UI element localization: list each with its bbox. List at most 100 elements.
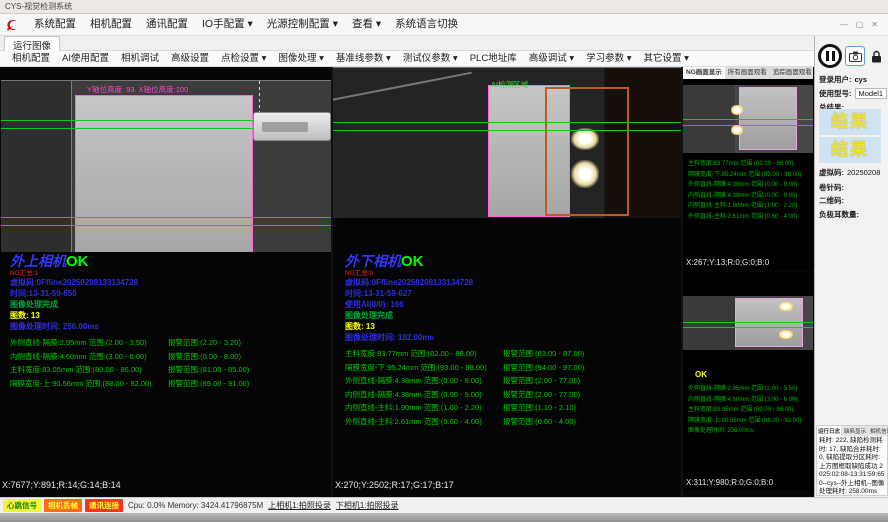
guide-line bbox=[333, 122, 681, 123]
measurement-row: 外侧直线-隔膜:4.38mm 范围:(0.00 - 9.00) 报警范围:(2.… bbox=[345, 374, 667, 388]
measurement-value: 隔膜宽度-下:95.24mm 范围:(93.00 - 98.00) bbox=[345, 361, 503, 375]
ok-status: OK bbox=[401, 253, 424, 270]
toolbar-button[interactable]: 图像处理 ▾ bbox=[272, 51, 329, 66]
measurement-row: 主料宽度:83.05mm 范围:(80.00 - 86.00) 报警范围:(81… bbox=[10, 363, 332, 377]
menu-item[interactable]: 相机配置 bbox=[83, 14, 139, 35]
measurement-line: 内侧直线-隔膜:4.60mm 范围:(3.00 - 6.00) bbox=[688, 395, 801, 406]
measurement-line: 外侧直线-隔膜:2.95mm 范围:(2.00 - 3.50) bbox=[688, 384, 801, 395]
measurement-line: 隔膜宽度-上:90.56mm 范围:(88.00 - 92.00) bbox=[688, 416, 801, 427]
guide-line bbox=[1, 225, 331, 226]
alarm-range: 报警范围:(94.00 - 97.00) bbox=[503, 361, 584, 375]
log-tab[interactable]: 相机信息 bbox=[869, 426, 888, 436]
toolbar-button[interactable]: PLC地址库 bbox=[464, 51, 523, 66]
process-done-line: 图像处理完成 bbox=[345, 310, 667, 321]
qr-code-label: 二维码: bbox=[819, 195, 844, 206]
small-view-tab[interactable]: 追踪画面观看 bbox=[770, 67, 815, 79]
window-titlebar[interactable]: CYS-视觉检测系统 bbox=[0, 0, 888, 14]
cable-connector bbox=[253, 112, 331, 141]
measure-marker-line bbox=[259, 81, 260, 115]
camera-capture-button[interactable] bbox=[845, 46, 865, 66]
machine-edge-line bbox=[333, 72, 472, 103]
thumbnail-view-1[interactable]: 主料宽度:83.77mm 范围:(82.00 - 88.00)隔膜宽度-下:95… bbox=[683, 79, 813, 270]
measurement-value: 内侧直线-隔膜:4.38mm 范围:(0.00 - 9.00) bbox=[345, 388, 503, 402]
toolbar-button[interactable]: 相机调试 bbox=[115, 51, 165, 66]
small-view-tab[interactable]: 所有画面观看 bbox=[725, 67, 770, 79]
login-user-value: cys bbox=[855, 75, 868, 84]
menu-item[interactable]: 光源控制配置 ▾ bbox=[260, 14, 345, 35]
camera-name-result: 外下相机OK bbox=[345, 253, 667, 270]
result-badge-1: 结果 bbox=[819, 109, 881, 135]
alarm-range: 报警范围:(2.20 - 3.20) bbox=[168, 336, 241, 350]
thumbnail-measurements: 外侧直线-隔膜:2.95mm 范围:(2.00 - 3.50)内侧直线-隔膜:4… bbox=[688, 384, 801, 437]
measurement-line: 内侧直线-隔膜:4.38mm 范围:(0.00 - 9.00) bbox=[688, 191, 801, 202]
status-bar: 心跳信号相机丢帧通讯连接 Cpu: 0.0% Memory: 3424.4179… bbox=[0, 497, 888, 513]
tab-run-image[interactable]: 运行图像 bbox=[4, 36, 60, 51]
toolbar-button[interactable]: 高级调试 ▾ bbox=[523, 51, 580, 66]
alarm-range: 报警范围:(83.00 - 87.00) bbox=[503, 347, 584, 361]
menu-item[interactable]: 通讯配置 bbox=[139, 14, 195, 35]
maximize-button[interactable]: ▢ bbox=[856, 15, 864, 35]
ai-region-label: AI检测区域 bbox=[491, 79, 528, 90]
menu-item[interactable]: IO手配置 ▾ bbox=[195, 14, 260, 35]
thumbnail-view-2[interactable]: OK 外侧直线-隔膜:2.95mm 范围:(2.00 - 3.50)内侧直线-隔… bbox=[683, 272, 813, 490]
measurement-value: 主料宽度:83.05mm 范围:(80.00 - 86.00) bbox=[10, 363, 168, 377]
guide-line-vertical bbox=[71, 81, 72, 252]
login-user-row: 登录用户: cys bbox=[819, 74, 885, 85]
toolbar-button[interactable]: 基准线参数 ▾ bbox=[330, 51, 397, 66]
left-result-block: 外上相机OK NG汇总:1 虚拟码:0Ffline202502081331347… bbox=[10, 253, 332, 390]
minimize-button[interactable]: — bbox=[840, 15, 848, 35]
weld-glow-spot bbox=[731, 105, 743, 115]
small-view-tab[interactable]: NG画面显示 bbox=[683, 67, 725, 79]
log-tab[interactable]: 运行日志 bbox=[817, 426, 841, 436]
time-line: 时间:13-31-59-650 bbox=[10, 288, 332, 299]
pause-button[interactable] bbox=[818, 44, 842, 68]
alarm-range: 报警范围:(0.60 - 4.00) bbox=[503, 415, 576, 429]
pin-code-row: 卷针码: bbox=[819, 182, 885, 193]
measurement-row: 主料宽度:83.77mm 范围:(82.00 - 88.00) 报警范围:(83… bbox=[345, 347, 667, 361]
camera-name: 外下相机 bbox=[345, 253, 401, 269]
menu-item[interactable]: 系统语言切换 bbox=[388, 14, 465, 35]
weld-glow-spot bbox=[731, 125, 743, 135]
lock-button[interactable] bbox=[868, 46, 884, 66]
pause-icon bbox=[832, 51, 835, 61]
thumbnail-image-2[interactable] bbox=[683, 296, 813, 350]
guide-line bbox=[333, 130, 681, 131]
camera-view-lower-outer[interactable]: AI检测区域 bbox=[333, 67, 681, 218]
toolbar: 相机配置AI使用配置相机调试高级设置点检设置 ▾图像处理 ▾基准线参数 ▾测试仪… bbox=[0, 51, 814, 67]
cpu-memory-text: Cpu: 0.0% Memory: 3424.41796875M bbox=[128, 501, 263, 510]
toolbar-button[interactable]: 其它设置 ▾ bbox=[638, 51, 695, 66]
measurement-line: 主料宽度:83.05mm 范围:(80.00 - 86.00) bbox=[688, 405, 801, 416]
menu-item[interactable]: 系统配置 bbox=[27, 14, 83, 35]
model-label: 使用型号: bbox=[819, 88, 852, 99]
close-button[interactable]: ✕ bbox=[871, 15, 878, 35]
log-tab[interactable]: 缺陷显示 bbox=[843, 426, 867, 436]
weld-glow-spot bbox=[571, 160, 599, 188]
log-text[interactable]: 耗时: 222, 缺陷检测耗时: 17, 缺陷合并耗时: 0, 缺陷提取分区耗时… bbox=[817, 436, 887, 498]
time-line: 时间:13-31-59-627 bbox=[345, 288, 667, 299]
lower-camera-status: 下相机1:拍照投录 bbox=[336, 500, 399, 511]
alarm-range: 报警范围:(81.00 - 85.00) bbox=[168, 363, 249, 377]
upper-camera-status: 上相机1:拍照投录 bbox=[268, 500, 331, 511]
guide-line bbox=[1, 217, 331, 218]
status-badge: 相机丢帧 bbox=[44, 499, 82, 512]
measurement-value: 内侧直线-隔膜:4.60mm 范围:(3.00 - 6.00) bbox=[10, 350, 168, 364]
toolbar-button[interactable]: AI使用配置 bbox=[56, 51, 115, 66]
toolbar-button[interactable]: 相机配置 bbox=[6, 51, 56, 66]
thumbnail-coords-2: X:311;Y:980;R:0;G:0;B:0 bbox=[686, 478, 773, 487]
toolbar-button[interactable]: 点检设置 ▾ bbox=[215, 51, 272, 66]
pause-icon bbox=[826, 51, 829, 61]
app-window: CYS-视觉检测系统 系统配置相机配置通讯配置IO手配置 ▾光源控制配置 ▾查看… bbox=[0, 0, 888, 522]
sidebar-buttons bbox=[818, 44, 888, 68]
model-value[interactable]: Model1 bbox=[855, 88, 888, 99]
camera-name: 外上相机 bbox=[10, 253, 66, 269]
qr-code-row: 二维码: bbox=[819, 195, 885, 206]
tab-row: 运行图像 bbox=[0, 36, 814, 51]
small-view-tabs: NG画面显示所有画面观看追踪画面观看 bbox=[683, 67, 813, 79]
camera-view-upper-outer[interactable]: Y轴位高度: 93. X轴位高度:100 bbox=[1, 80, 331, 252]
toolbar-button[interactable]: 高级设置 bbox=[165, 51, 215, 66]
toolbar-button[interactable]: 测试仪参数 ▾ bbox=[397, 51, 464, 66]
toolbar-button[interactable]: 学习参数 ▾ bbox=[580, 51, 637, 66]
thumbnail-image-1[interactable] bbox=[683, 85, 813, 153]
measurement-row: 隔膜宽度-下:95.24mm 范围:(93.00 - 98.00) 报警范围:(… bbox=[345, 361, 667, 375]
menu-item[interactable]: 查看 ▾ bbox=[345, 14, 388, 35]
